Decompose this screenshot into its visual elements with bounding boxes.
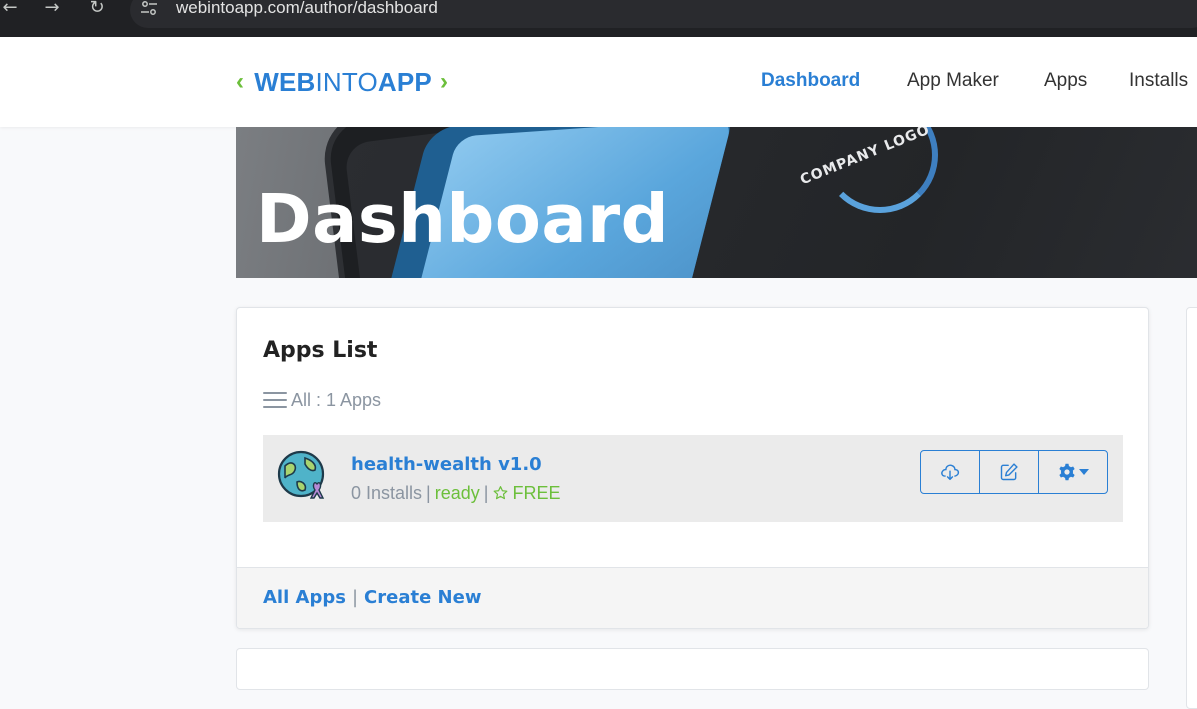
page-title: Dashboard [256, 180, 670, 258]
reload-icon[interactable]: ↻ [87, 0, 107, 17]
create-new-link[interactable]: Create New [364, 587, 481, 608]
app-actions [920, 450, 1108, 494]
browser-toolbar: ← → ↻ webintoapp.com/author/dashboard [0, 0, 1197, 37]
side-card [1186, 307, 1197, 709]
hero-banner: COMPANY LOGO Dashboard [236, 127, 1197, 278]
download-button[interactable] [921, 451, 980, 493]
caret-down-icon [1078, 469, 1089, 475]
app-installs: 0 Installs [351, 483, 423, 503]
globe-ribbon-icon [277, 450, 325, 499]
site-settings-icon[interactable] [140, 0, 160, 18]
gear-icon [1058, 463, 1075, 481]
plan-badge: FREE [492, 483, 560, 503]
star-icon [494, 486, 508, 500]
edit-icon [1000, 463, 1018, 481]
app-meta: 0 Installs | ready | FREE [351, 483, 561, 503]
cloud-download-icon [941, 464, 960, 481]
site-navbar: ‹ WEB INTO APP › Dashboard App Maker Apps … [0, 37, 1197, 127]
arrow-left-icon[interactable]: ← [0, 0, 20, 17]
arrow-right-icon[interactable]: → [42, 0, 62, 17]
nav-dashboard[interactable]: Dashboard [761, 70, 860, 92]
menu-icon [263, 390, 287, 410]
all-apps-link[interactable]: All Apps [263, 587, 346, 608]
app-name-link[interactable]: health-wealth v1.0 [351, 454, 542, 475]
main-menu: Dashboard App Maker Apps Installs [0, 70, 1197, 96]
apps-list-card: Apps List All : 1 Apps health-wealth v1.… [236, 307, 1149, 629]
apps-filter[interactable]: All : 1 Apps [263, 388, 381, 412]
secondary-card [236, 648, 1149, 690]
settings-dropdown-button[interactable] [1039, 451, 1107, 493]
apps-list-footer: All Apps | Create New [237, 567, 1148, 628]
edit-button[interactable] [980, 451, 1039, 493]
apps-count-label: All : 1 Apps [291, 389, 382, 410]
apps-list-title: Apps List [263, 338, 378, 363]
status-badge: ready [434, 483, 480, 503]
nav-apps[interactable]: Apps [1044, 70, 1087, 92]
nav-app-maker[interactable]: App Maker [907, 70, 999, 92]
url-text[interactable]: webintoapp.com/author/dashboard [176, 0, 438, 18]
app-list-item: health-wealth v1.0 0 Installs | ready | FREE [263, 435, 1123, 522]
nav-installs[interactable]: Installs [1129, 70, 1188, 92]
